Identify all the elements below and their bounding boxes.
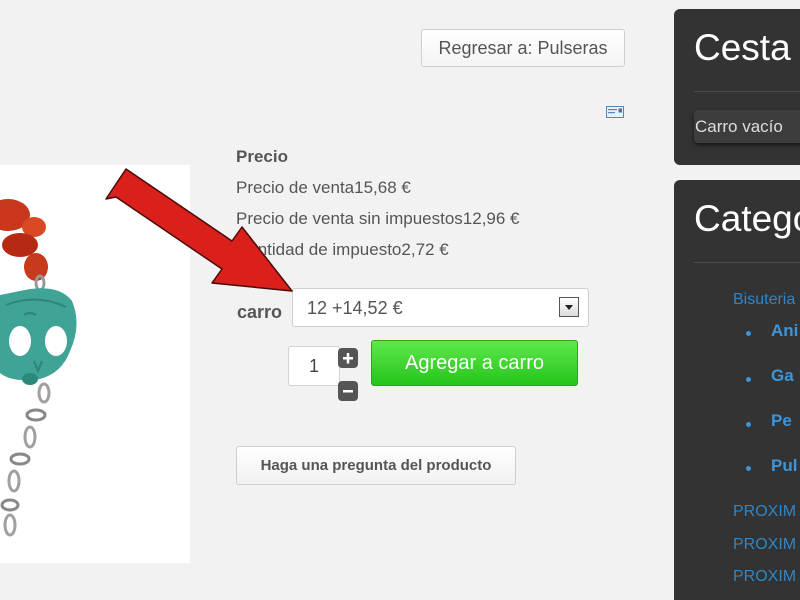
- subcategory-link[interactable]: Ga: [771, 366, 794, 386]
- plus-icon: [343, 353, 353, 364]
- category-link[interactable]: PROXIM: [733, 568, 796, 586]
- cart-panel-divider: [694, 91, 800, 92]
- sale-price-label: Precio de venta: [236, 178, 355, 197]
- net-price-row: Precio de venta sin impuestos12,96 €: [236, 209, 520, 229]
- ask-question-button[interactable]: Haga una pregunta del producto: [236, 446, 516, 485]
- cart-empty-status[interactable]: Carro vacío: [694, 110, 800, 143]
- cart-option-label: carro: [237, 302, 283, 322]
- price-heading: Precio: [236, 147, 288, 166]
- chevron-down-icon[interactable]: [559, 297, 579, 317]
- category-link[interactable]: PROXIM: [733, 503, 796, 521]
- subcategory-link[interactable]: Ani: [771, 321, 798, 341]
- tax-amount-label: Cantidad de impuesto: [236, 240, 402, 259]
- list-bullet: [746, 377, 751, 382]
- sale-price-value: 15,68 €: [354, 178, 411, 197]
- categories-panel-title: Catego: [694, 198, 800, 239]
- subcategory-link[interactable]: Pe: [771, 411, 792, 431]
- product-page: Regresar a: Pulseras Precio Precio de ve…: [0, 0, 800, 600]
- tax-amount-value: 2,72 €: [401, 240, 449, 259]
- back-to-category-button[interactable]: Regresar a: Pulseras: [421, 29, 625, 67]
- categories-panel-divider: [694, 262, 800, 263]
- bracelet-photo: [0, 199, 77, 537]
- product-image[interactable]: [0, 165, 190, 563]
- quantity-decrease-button[interactable]: [338, 381, 358, 401]
- net-price-value: 12,96 €: [462, 209, 520, 228]
- cart-option-selected-value: 12 +14,52 €: [307, 298, 403, 318]
- list-bullet: [746, 466, 751, 471]
- net-price-label: Precio de venta sin impuestos: [236, 209, 463, 228]
- quantity-input[interactable]: 1: [288, 346, 340, 386]
- quantity-increase-button[interactable]: [338, 348, 358, 368]
- tax-amount-row: Cantidad de impuesto2,72 €: [236, 240, 449, 260]
- minus-icon: [343, 390, 353, 393]
- category-link[interactable]: PROXIM: [733, 536, 796, 554]
- list-bullet: [746, 422, 751, 427]
- cart-panel-title: Cesta: [694, 27, 791, 68]
- category-link-parent[interactable]: Bisuteria: [733, 291, 795, 309]
- cart-option-select[interactable]: 12 +14,52 €: [292, 288, 589, 327]
- cart-panel: Cesta Carro vacío: [674, 9, 800, 165]
- subcategory-link[interactable]: Pul: [771, 456, 797, 476]
- categories-panel: Catego Bisuteria Ani Ga Pe Pul PROXIM PR…: [674, 180, 800, 600]
- add-to-cart-button[interactable]: Agregar a carro: [371, 340, 578, 386]
- sale-price-row: Precio de venta15,68 €: [236, 178, 411, 198]
- email-icon[interactable]: [606, 106, 624, 118]
- list-bullet: [746, 331, 751, 336]
